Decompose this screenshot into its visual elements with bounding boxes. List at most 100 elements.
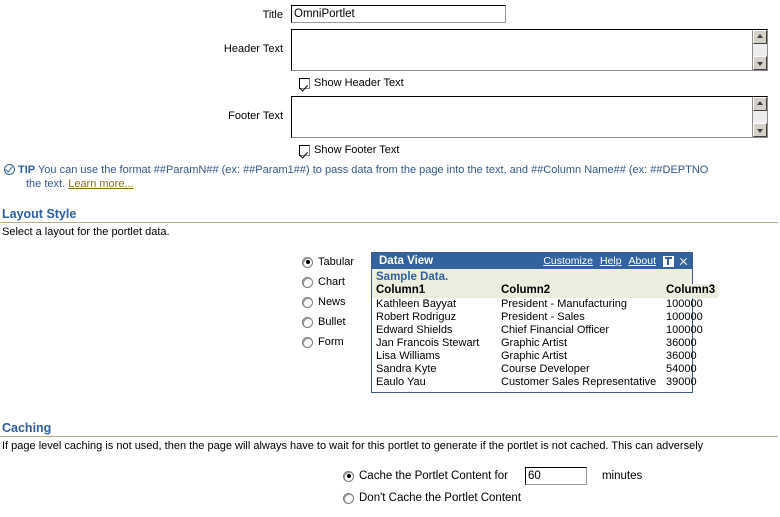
scroll-track[interactable] bbox=[753, 44, 767, 56]
footer-text-input[interactable] bbox=[292, 97, 753, 137]
footer-text-area-wrapper bbox=[291, 96, 768, 138]
layout-option-news[interactable]: News bbox=[302, 292, 364, 312]
cell-name: Lisa Williams bbox=[376, 350, 441, 362]
cache-minutes-input[interactable] bbox=[524, 467, 587, 485]
cell-name: Eaulo Yau bbox=[376, 376, 426, 388]
cache-content-row[interactable]: Cache the Portlet Content for minutes bbox=[343, 465, 780, 487]
table-row: Robert Rodriguz President - Sales 100000 bbox=[372, 311, 718, 324]
check-circle-icon bbox=[4, 164, 15, 175]
table-header-row: Column1 Column2 Column3 bbox=[372, 284, 718, 298]
cell-value: 54000 bbox=[666, 363, 697, 375]
cell-role: President - Sales bbox=[501, 311, 585, 323]
tip-block: TIP You can use the format ##ParamN## (e… bbox=[0, 163, 780, 193]
caching-description: If page level caching is not used, then … bbox=[2, 440, 704, 452]
radio-tabular-label: Tabular bbox=[318, 256, 355, 268]
header-text-scrollbar[interactable] bbox=[752, 30, 767, 70]
caching-divider bbox=[0, 436, 778, 437]
about-link[interactable]: About bbox=[629, 255, 656, 267]
header-text-area-wrapper bbox=[291, 29, 768, 71]
collapse-icon[interactable] bbox=[663, 255, 674, 267]
layout-style-heading-wrap: Layout Style bbox=[2, 207, 780, 222]
layout-style-heading: Layout Style bbox=[2, 207, 77, 221]
radio-tabular[interactable] bbox=[302, 256, 313, 268]
caching-section: Caching If page level caching is not use… bbox=[0, 421, 780, 509]
layout-option-form[interactable]: Form bbox=[302, 332, 364, 352]
tip-word: TIP bbox=[18, 164, 36, 176]
title-label: Title bbox=[262, 9, 283, 21]
preview-portlet-body: Sample Data. Column1 Column2 Column3 Kat… bbox=[372, 269, 718, 392]
column-header-2: Column2 bbox=[497, 284, 662, 298]
customize-link[interactable]: Customize bbox=[543, 255, 593, 267]
layout-style-chooser: Tabular Chart News Bullet Form Data View… bbox=[2, 252, 780, 393]
radio-cache-content-label: Cache the Portlet Content for bbox=[359, 470, 508, 482]
cell-value: 100000 bbox=[666, 311, 703, 323]
cell-name: Robert Rodriguz bbox=[376, 311, 457, 323]
tip-line-2: the text. Learn more... bbox=[4, 177, 780, 191]
tip-text-1: You can use the format ##ParamN## (ex: #… bbox=[37, 164, 709, 176]
radio-bullet[interactable] bbox=[302, 316, 313, 328]
cell-role: President - Manufacturing bbox=[501, 298, 627, 310]
scroll-track[interactable] bbox=[753, 111, 767, 123]
footer-text-row: Footer Text bbox=[0, 96, 780, 138]
table-bottom-padding bbox=[372, 389, 692, 392]
cell-value: 100000 bbox=[666, 298, 703, 310]
radio-chart-label: Chart bbox=[318, 276, 345, 288]
cell-role: Graphic Artist bbox=[501, 337, 568, 349]
table-row: Lisa Williams Graphic Artist 36000 bbox=[372, 350, 718, 363]
footer-text-scrollbar[interactable] bbox=[752, 97, 767, 137]
cell-role: Customer Sales Representative bbox=[501, 376, 657, 388]
layout-option-chart[interactable]: Chart bbox=[302, 272, 364, 292]
caching-heading-wrap: Caching bbox=[2, 421, 780, 436]
show-footer-text-label: Show Footer Text bbox=[314, 144, 400, 156]
cell-value: 36000 bbox=[666, 350, 697, 362]
caching-options: Cache the Portlet Content for minutes Do… bbox=[2, 465, 780, 509]
cell-value: 36000 bbox=[666, 337, 697, 349]
radio-form[interactable] bbox=[302, 336, 313, 348]
tip-line-1: TIP You can use the format ##ParamN## (e… bbox=[4, 163, 780, 177]
title-input[interactable] bbox=[291, 5, 506, 23]
cell-value: 39000 bbox=[666, 376, 697, 388]
table-row: Sandra Kyte Course Developer 54000 bbox=[372, 363, 718, 376]
close-icon[interactable] bbox=[678, 256, 688, 267]
radio-news-label: News bbox=[318, 296, 346, 308]
show-header-text-checkbox[interactable] bbox=[299, 77, 310, 89]
column-header-1: Column1 bbox=[372, 284, 497, 298]
help-link[interactable]: Help bbox=[600, 255, 622, 267]
cell-role: Graphic Artist bbox=[501, 350, 568, 362]
radio-news[interactable] bbox=[302, 296, 313, 308]
radio-chart[interactable] bbox=[302, 276, 313, 288]
show-header-text-label: Show Header Text bbox=[314, 77, 404, 89]
header-text-label: Header Text bbox=[223, 43, 283, 55]
cell-value: 100000 bbox=[666, 324, 703, 336]
scroll-down-icon[interactable] bbox=[753, 56, 767, 70]
layout-option-tabular[interactable]: Tabular bbox=[302, 252, 364, 272]
no-cache-content-row[interactable]: Don't Cache the Portlet Content bbox=[343, 487, 780, 509]
radio-bullet-label: Bullet bbox=[318, 316, 346, 328]
radio-no-cache-content[interactable] bbox=[343, 492, 354, 504]
cell-name: Sandra Kyte bbox=[376, 363, 437, 375]
table-row: Eaulo Yau Customer Sales Representative … bbox=[372, 376, 718, 389]
scroll-up-icon[interactable] bbox=[753, 30, 767, 44]
preview-portlet: Data View Customize Help About Sample Da… bbox=[371, 252, 718, 393]
learn-more-link[interactable]: Learn more... bbox=[68, 178, 133, 190]
show-footer-text-row[interactable]: Show Footer Text bbox=[299, 142, 780, 158]
preview-portlet-title: Data View bbox=[379, 255, 434, 267]
layout-style-radio-group: Tabular Chart News Bullet Form bbox=[302, 252, 364, 352]
show-header-text-row[interactable]: Show Header Text bbox=[299, 75, 780, 91]
cell-role: Course Developer bbox=[501, 363, 590, 375]
caching-heading: Caching bbox=[2, 421, 52, 435]
header-text-row: Header Text bbox=[0, 29, 780, 71]
radio-no-cache-content-label: Don't Cache the Portlet Content bbox=[359, 492, 522, 504]
scroll-down-icon[interactable] bbox=[753, 123, 767, 137]
sample-data-label: Sample Data. bbox=[372, 269, 692, 284]
show-footer-text-checkbox[interactable] bbox=[299, 144, 310, 156]
cell-name: Kathleen Bayyat bbox=[376, 298, 457, 310]
preview-data-table: Column1 Column2 Column3 Kathleen Bayyat … bbox=[372, 284, 718, 389]
layout-style-section: Layout Style Select a layout for the por… bbox=[0, 207, 780, 393]
layout-option-bullet[interactable]: Bullet bbox=[302, 312, 364, 332]
cell-name: Edward Shields bbox=[376, 324, 453, 336]
layout-style-description: Select a layout for the portlet data. bbox=[2, 226, 170, 238]
radio-cache-content[interactable] bbox=[343, 470, 354, 482]
header-text-input[interactable] bbox=[292, 30, 753, 70]
scroll-up-icon[interactable] bbox=[753, 97, 767, 111]
